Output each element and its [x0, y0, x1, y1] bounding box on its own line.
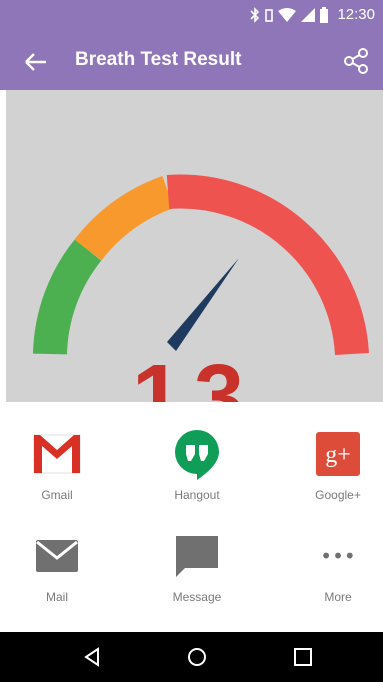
nav-back-button[interactable]	[82, 646, 104, 668]
vibrate-icon	[265, 8, 274, 22]
share-option-label: Message	[172, 590, 222, 604]
share-option-label: Gmail	[41, 488, 73, 502]
share-option-label: Hangout	[174, 488, 220, 502]
result-panel: 13	[6, 90, 383, 402]
google-plus-glyph: g+	[325, 442, 351, 468]
nav-home-icon	[188, 648, 206, 666]
status-icons: 12:30	[250, 6, 375, 23]
share-button[interactable]	[339, 44, 373, 78]
gauge-green-segment	[33, 239, 102, 355]
status-time: 12:30	[337, 6, 375, 23]
share-option-gmail[interactable]: Gmail	[2, 428, 112, 502]
gmail-icon	[33, 434, 81, 474]
message-icon	[176, 536, 218, 577]
back-arrow-icon	[25, 53, 46, 71]
share-option-mail[interactable]: Mail	[2, 530, 112, 604]
share-option-google-plus[interactable]: g+ Google+	[283, 428, 383, 502]
nav-recents-button[interactable]	[292, 646, 314, 668]
signal-icon	[301, 7, 316, 22]
gauge-needle	[167, 258, 239, 351]
navigation-bar	[0, 632, 383, 682]
share-option-message[interactable]: Message	[142, 530, 252, 604]
score-value: 13	[132, 347, 257, 402]
app-bar: Breath Test Result	[0, 34, 383, 90]
more-glyph: •••	[320, 544, 355, 568]
share-icon	[344, 48, 368, 74]
page-title: Breath Test Result	[75, 49, 242, 70]
hangout-icon	[175, 430, 219, 480]
share-option-label: Google+	[315, 488, 361, 502]
wifi-icon	[278, 7, 297, 22]
nav-recents-icon	[294, 648, 312, 666]
nav-home-button[interactable]	[186, 646, 208, 668]
nav-back-icon	[84, 647, 99, 667]
back-button[interactable]	[20, 46, 52, 78]
gauge-red-segment	[166, 174, 369, 356]
mail-icon	[36, 540, 78, 572]
share-option-hangout[interactable]: Hangout	[142, 428, 252, 502]
google-plus-icon: g+	[316, 432, 360, 476]
battery-icon	[320, 6, 329, 23]
status-bar: 12:30	[0, 0, 383, 34]
share-option-more[interactable]: ••• More	[283, 530, 383, 604]
share-option-label: Mail	[45, 590, 68, 604]
share-sheet: Gmail Hangout g+ Google+ Mail Message ••…	[0, 402, 383, 632]
bluetooth-icon	[250, 6, 260, 23]
more-icon: •••	[320, 544, 355, 568]
share-option-label: More	[324, 590, 352, 604]
gauge-orange-segment	[74, 175, 174, 261]
